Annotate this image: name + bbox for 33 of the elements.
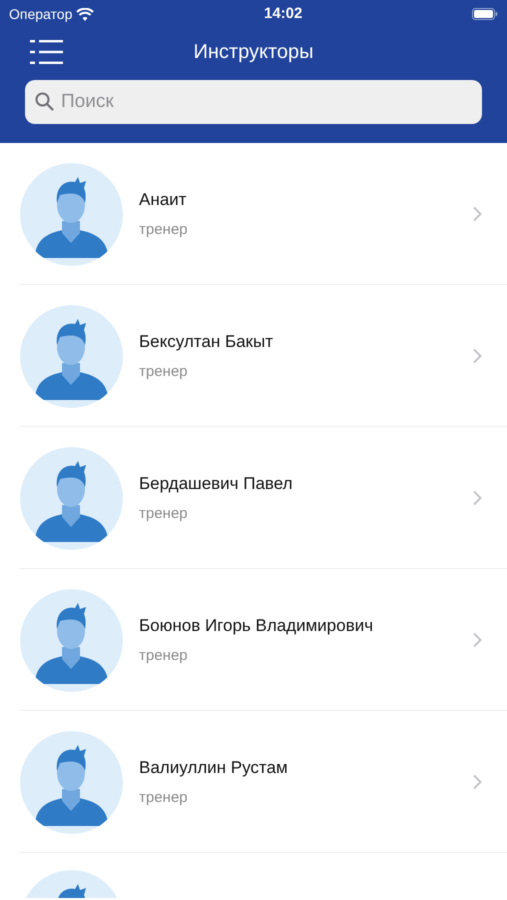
list-row[interactable]: Боюнов Игорь Владимирович тренер	[0, 569, 507, 711]
carrier-label: Оператор	[9, 4, 72, 24]
chevron-icon	[472, 490, 482, 506]
instructor-role: тренер	[139, 220, 188, 240]
wifi-icon	[76, 8, 94, 20]
list-row[interactable]: Бексултан Бакыт тренер	[0, 285, 507, 427]
instructor-role: тренер	[139, 646, 189, 666]
instructor-name: Бексултан Бакыт	[139, 331, 273, 353]
instructor-name: Боюнов Игорь Владимирович	[139, 615, 374, 637]
chevron-icon	[472, 632, 482, 648]
chevron-icon	[472, 348, 482, 364]
clock-time: 14:02	[264, 4, 302, 24]
avatar-icon	[20, 162, 123, 266]
instructor-role: тренер	[139, 788, 189, 808]
search-icon	[35, 92, 54, 111]
avatar-icon	[20, 304, 123, 408]
instructor-name: Валиуллин Рустам	[139, 757, 288, 779]
instructor-name: Анаит	[139, 189, 188, 211]
list-row[interactable]: Бердашевич Павел тренер	[0, 427, 507, 569]
list-row[interactable]: Анаит тренер	[0, 143, 507, 285]
instructor-name: Бердашевич Павел	[139, 473, 293, 495]
avatar-icon	[20, 446, 123, 550]
screen-title: Инструкторы	[193, 40, 314, 65]
search-field[interactable]: Поиск	[25, 80, 482, 124]
chevron-icon	[472, 774, 482, 790]
list-row[interactable]: Валиуллин Рустам тренер	[0, 711, 507, 853]
instructor-role: тренер	[139, 362, 189, 382]
avatar-icon	[20, 588, 123, 692]
instructor-role: тренер	[139, 504, 189, 524]
chevron-icon	[472, 206, 482, 222]
avatar-icon	[20, 730, 123, 834]
menu-icon[interactable]	[30, 40, 63, 64]
battery-icon	[472, 8, 498, 20]
